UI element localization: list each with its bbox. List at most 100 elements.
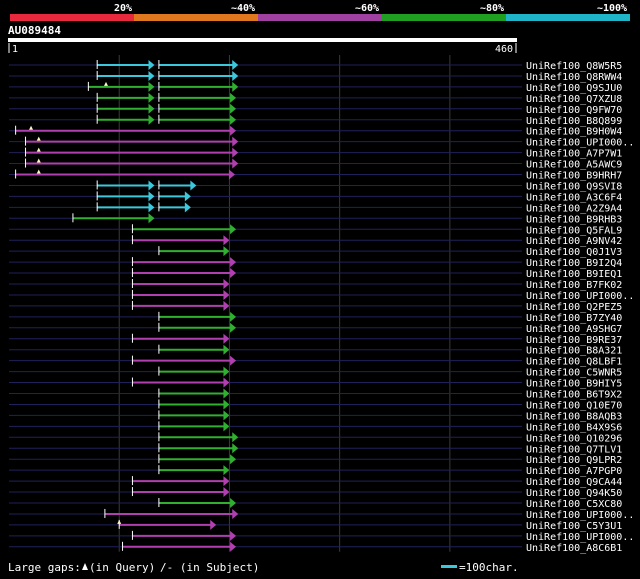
hit-label[interactable]: UniRef100_A8C6B1 (526, 543, 622, 554)
hit-label[interactable]: UniRef100_B8Q899 (526, 116, 622, 127)
hit-label[interactable]: UniRef100_Q9LPR2 (526, 455, 622, 466)
hit-label[interactable]: UniRef100_C5Y3U1 (526, 521, 622, 532)
hit-row[interactable]: UniRef100_B8Q899 (9, 114, 622, 127)
hit-row[interactable]: UniRef100_A9NV42 (9, 235, 622, 247)
query-gap-marker (103, 81, 108, 86)
hit-label[interactable]: UniRef100_Q10296 (526, 433, 622, 444)
hit-label[interactable]: UniRef100_B9IEQ1 (526, 269, 622, 280)
hit-label[interactable]: UniRef100_Q9FW70 (526, 105, 622, 116)
hit-row[interactable]: UniRef100_C5WNR5 (9, 366, 622, 379)
segment-arrowhead (230, 114, 237, 125)
hit-label[interactable]: UniRef100_Q10E70 (526, 400, 622, 411)
hit-row[interactable]: UniRef100_Q2PEZ5 (9, 300, 622, 313)
hit-row[interactable]: UniRef100_UPI000.. (9, 289, 634, 302)
hit-label[interactable]: UniRef100_B9HIY5 (526, 379, 622, 390)
hit-row[interactable]: UniRef100_UPI000.. (9, 508, 634, 521)
hit-row[interactable]: UniRef100_Q10E70 (9, 399, 622, 411)
hit-label[interactable]: UniRef100_A7PGP0 (526, 466, 622, 477)
hit-row[interactable]: UniRef100_Q9LPR2 (9, 454, 622, 466)
hit-label[interactable]: UniRef100_B7FK02 (526, 280, 622, 291)
hit-label[interactable]: UniRef100_UPI000.. (526, 138, 634, 149)
hit-row[interactable]: UniRef100_Q10296 (9, 432, 622, 444)
hit-row[interactable]: UniRef100_A8C6B1 (9, 541, 622, 554)
hit-label[interactable]: UniRef100_B8AQB3 (526, 411, 622, 422)
hit-label[interactable]: UniRef100_B9RHB3 (526, 214, 622, 225)
hit-label[interactable]: UniRef100_Q5FAL9 (526, 225, 622, 236)
segment-arrowhead (148, 191, 155, 202)
hit-label[interactable]: UniRef100_Q0J1V3 (526, 247, 622, 258)
hit-row[interactable]: UniRef100_UPI000.. (9, 530, 634, 543)
hit-label[interactable]: UniRef100_Q8RWW4 (526, 72, 622, 83)
hit-label[interactable]: UniRef100_B9I2Q4 (526, 258, 622, 269)
hit-label[interactable]: UniRef100_A5AWC9 (526, 160, 622, 171)
hit-label[interactable]: UniRef100_Q7XZU8 (526, 94, 622, 105)
hit-label[interactable]: UniRef100_Q2PEZ5 (526, 302, 622, 313)
hit-label[interactable]: UniRef100_B7ZY40 (526, 313, 622, 324)
hit-row[interactable]: UniRef100_A7P7W1 (9, 147, 622, 160)
hit-label[interactable]: UniRef100_C5WNR5 (526, 368, 622, 379)
hit-label[interactable]: UniRef100_A9SHG7 (526, 324, 622, 335)
hit-row[interactable]: UniRef100_B9I2Q4 (9, 257, 622, 269)
hit-label[interactable]: UniRef100_Q94K50 (526, 488, 622, 499)
segment-arrowhead (148, 202, 155, 213)
hit-row[interactable]: UniRef100_UPI000.. (9, 136, 634, 149)
hit-row[interactable]: UniRef100_B8AQB3 (9, 410, 622, 422)
hit-label[interactable]: UniRef100_UPI000.. (526, 532, 634, 543)
hit-row[interactable]: UniRef100_Q7XZU8 (9, 92, 622, 105)
hit-row[interactable]: UniRef100_Q8LBF1 (9, 355, 622, 368)
hit-label[interactable]: UniRef100_Q7TLV1 (526, 444, 622, 455)
hit-row[interactable]: UniRef100_C5XC80 (9, 498, 622, 510)
hit-label[interactable]: UniRef100_B9RE37 (526, 335, 622, 346)
segment-arrowhead (232, 508, 239, 519)
hit-row[interactable]: UniRef100_Q9SJU0 (9, 81, 622, 94)
hit-label[interactable]: UniRef100_A2Z9A4 (526, 203, 622, 214)
hit-label[interactable]: UniRef100_Q9SVI8 (526, 181, 622, 192)
hit-row[interactable]: UniRef100_Q8RWW4 (9, 70, 622, 83)
segment-arrowhead (228, 169, 235, 180)
hit-row[interactable]: UniRef100_Q9SVI8 (9, 180, 622, 192)
legend-label-3: ~60% (355, 3, 379, 14)
hit-label[interactable]: UniRef100_B8A321 (526, 346, 622, 357)
hit-row[interactable]: UniRef100_Q7TLV1 (9, 443, 622, 455)
hit-row[interactable]: UniRef100_B9H0W4 (9, 125, 622, 138)
hit-label[interactable]: UniRef100_C5XC80 (526, 499, 622, 510)
hit-row[interactable]: UniRef100_B8A321 (9, 344, 622, 357)
hit-row[interactable]: UniRef100_B4X9S6 (9, 421, 622, 433)
hit-row[interactable]: UniRef100_B9RE37 (9, 333, 622, 346)
hit-row[interactable]: UniRef100_B9HIY5 (9, 377, 622, 390)
hit-label[interactable]: UniRef100_Q9SJU0 (526, 83, 622, 94)
hit-row[interactable]: UniRef100_A3C6F4 (9, 191, 622, 203)
hit-label[interactable]: UniRef100_A7P7W1 (526, 149, 622, 160)
hit-row[interactable]: UniRef100_Q9FW70 (9, 103, 622, 116)
segment-arrowhead (148, 180, 155, 191)
hit-label[interactable]: UniRef100_A3C6F4 (526, 192, 622, 203)
hit-row[interactable]: UniRef100_Q0J1V3 (9, 246, 622, 258)
hit-row[interactable]: UniRef100_A7PGP0 (9, 465, 622, 477)
hit-label[interactable]: UniRef100_UPI000.. (526, 510, 634, 521)
hit-label[interactable]: UniRef100_B9HRH7 (526, 171, 622, 182)
hit-row[interactable]: UniRef100_B7FK02 (9, 279, 622, 291)
hit-row[interactable]: UniRef100_B9HRH7 (9, 169, 622, 182)
hit-row[interactable]: UniRef100_Q8W5R5 (9, 60, 622, 72)
segment-arrowhead (230, 498, 237, 508)
hit-row[interactable]: UniRef100_A9SHG7 (9, 322, 622, 335)
hit-row[interactable]: UniRef100_B7ZY40 (9, 311, 622, 324)
segment-arrowhead (232, 81, 239, 92)
hit-label[interactable]: UniRef100_Q9CA44 (526, 477, 622, 488)
hit-row[interactable]: UniRef100_B6T9X2 (9, 388, 622, 401)
hit-label[interactable]: UniRef100_B9H0W4 (526, 127, 622, 138)
hit-row[interactable]: UniRef100_B9IEQ1 (9, 268, 622, 280)
hit-row[interactable]: UniRef100_Q5FAL9 (9, 224, 622, 236)
hit-label[interactable]: UniRef100_Q8W5R5 (526, 61, 622, 72)
hit-label[interactable]: UniRef100_A9NV42 (526, 236, 622, 247)
hit-label[interactable]: UniRef100_UPI000.. (526, 291, 634, 302)
hit-row[interactable]: UniRef100_B9RHB3 (9, 213, 622, 225)
hit-row[interactable]: UniRef100_C5Y3U1 (9, 519, 622, 532)
hit-row[interactable]: UniRef100_A2Z9A4 (9, 202, 622, 214)
hit-row[interactable]: UniRef100_A5AWC9 (9, 158, 622, 171)
hit-label[interactable]: UniRef100_B4X9S6 (526, 422, 622, 433)
hit-label[interactable]: UniRef100_Q8LBF1 (526, 357, 622, 368)
hit-row[interactable]: UniRef100_Q9CA44 (9, 476, 622, 488)
hit-label[interactable]: UniRef100_B6T9X2 (526, 390, 622, 401)
hit-row[interactable]: UniRef100_Q94K50 (9, 487, 622, 499)
